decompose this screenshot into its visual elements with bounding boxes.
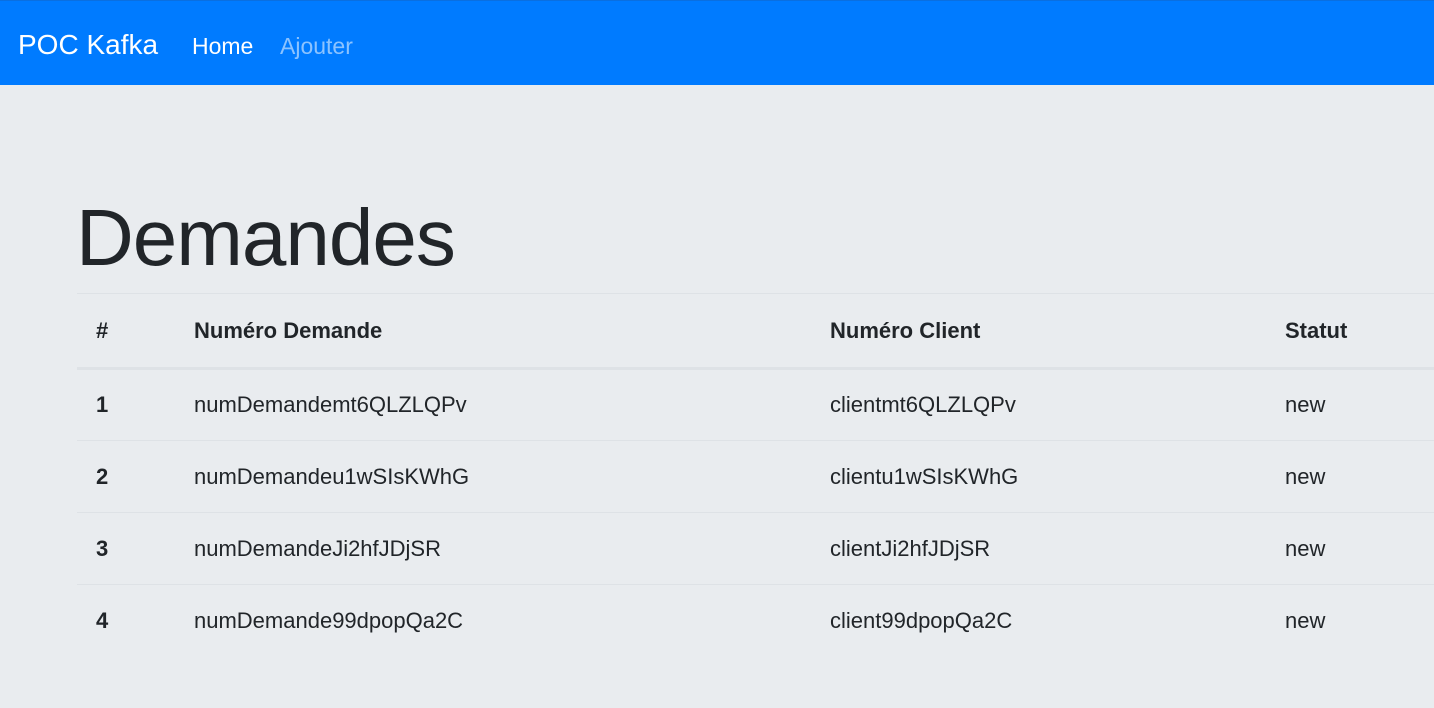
cell-numero-client: client99dpopQa2C [830, 607, 1013, 633]
cell-statut: new [1285, 440, 1434, 513]
column-header-index: # [77, 293, 194, 370]
cell-numero-demande: numDemandemt6QLZLQPv [194, 368, 830, 441]
table-row: 2 numDemandeu1wSIsKWhG clientu1wSIsKWhG … [77, 440, 1434, 513]
cell-numero-client: clientu1wSIsKWhG [830, 440, 1285, 513]
demandes-table: # Numéro Demande Numéro Client Statut 1 … [77, 293, 1434, 657]
cell-statut: new [1285, 368, 1434, 441]
cell-numero-client: clientmt6QLZLQPv [830, 368, 1285, 441]
row-index: 3 [77, 512, 194, 585]
top-navbar: POC Kafka Home Ajouter [0, 0, 1434, 85]
row-index: 1 [77, 368, 194, 441]
column-header-statut: Statut [1285, 293, 1434, 370]
cell-statut: new [1285, 512, 1434, 585]
table-row: 1 numDemandemt6QLZLQPv clientmt6QLZLQPv … [77, 368, 1434, 441]
table-body: 1 numDemandemt6QLZLQPv clientmt6QLZLQPv … [77, 368, 1434, 657]
table-header: # Numéro Demande Numéro Client Statut [77, 293, 1434, 370]
table-row: 3 numDemandeJi2hfJDjSR clientJi2hfJDjSR … [77, 512, 1434, 585]
cell-numero-demande: numDemande99dpopQa2C [194, 607, 464, 633]
cell-numero-demande: numDemandeu1wSIsKWhG [194, 440, 830, 513]
nav-link-home[interactable]: Home [192, 32, 253, 60]
cell-numero-demande: numDemandeJi2hfJDjSR [194, 512, 830, 585]
table-row: 4 numDemande99dpopQa2C client99dpopQa2C … [77, 585, 1434, 657]
column-header-numero-demande: Numéro Demande [194, 293, 830, 370]
row-index: 2 [77, 440, 194, 513]
column-header-numero-client: Numéro Client [830, 293, 1285, 370]
page-title: Demandes [76, 193, 456, 282]
table-header-row: # Numéro Demande Numéro Client Statut [77, 293, 1434, 370]
brand-link[interactable]: POC Kafka [18, 28, 158, 62]
row-index: 4 [96, 607, 109, 633]
nav-link-ajouter[interactable]: Ajouter [280, 32, 353, 60]
cell-numero-client: clientJi2hfJDjSR [830, 512, 1285, 585]
cell-statut: new [1285, 607, 1326, 633]
